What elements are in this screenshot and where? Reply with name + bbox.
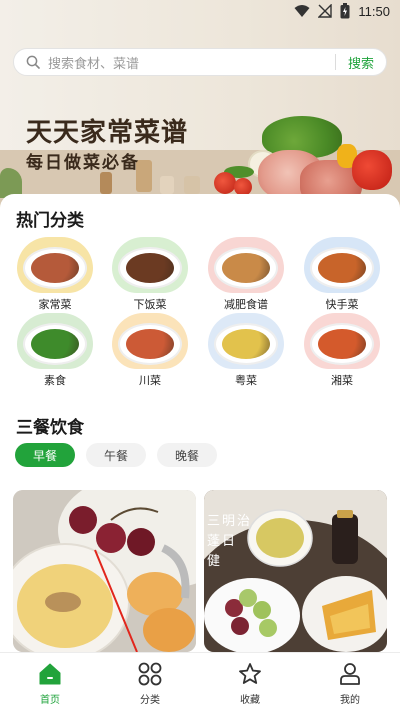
food-shape	[126, 329, 174, 359]
recipe-card[interactable]	[13, 490, 196, 652]
nav-profile-label: 我的	[340, 695, 360, 706]
meals-title: 三餐饮食	[16, 418, 84, 438]
food-shape	[222, 329, 270, 359]
status-time: 11:50	[358, 3, 390, 19]
grid-icon	[138, 662, 162, 686]
status-icons: 11:50	[294, 3, 390, 19]
category-image	[17, 313, 93, 369]
bottom-nav: 首页 分类 收藏 我的	[0, 652, 400, 712]
hot-categories-title: 热门分类	[16, 211, 84, 231]
search-button[interactable]: 搜索	[336, 53, 386, 72]
category-item[interactable]: 快手菜	[302, 237, 382, 312]
user-icon	[340, 663, 360, 685]
nav-category-label: 分类	[140, 695, 160, 706]
tomato-illustration	[214, 172, 236, 194]
card-watermark-text: 三明治 蓬日 健	[207, 514, 253, 569]
food-shape	[126, 253, 174, 283]
category-label: 家常菜	[38, 298, 72, 311]
no-signal-icon	[318, 4, 333, 18]
food-shape	[31, 253, 79, 283]
food-shape	[31, 329, 79, 359]
nav-favorites[interactable]: 收藏	[200, 653, 300, 712]
jar-decoration	[100, 172, 112, 194]
category-item[interactable]: 下饭菜	[110, 237, 190, 312]
wifi-icon	[294, 5, 310, 17]
nav-profile[interactable]: 我的	[300, 653, 400, 712]
nav-favorites-label: 收藏	[240, 695, 260, 706]
category-label: 减肥食谱	[224, 298, 268, 311]
nav-home[interactable]: 首页	[0, 653, 100, 712]
category-label: 粤菜	[235, 374, 257, 387]
category-label: 快手菜	[325, 298, 359, 311]
category-image	[208, 313, 284, 369]
jar-decoration	[184, 176, 200, 194]
home-icon	[39, 663, 61, 685]
nav-category[interactable]: 分类	[100, 653, 200, 712]
category-label: 湘菜	[331, 374, 353, 387]
nav-home-label: 首页	[40, 695, 60, 706]
category-item[interactable]: 减肥食谱	[206, 237, 286, 312]
search-input[interactable]: 搜索食材、菜谱	[48, 53, 335, 72]
recipe-card[interactable]: 三明治 蓬日 健	[204, 490, 387, 652]
star-icon	[239, 663, 261, 684]
food-shape	[318, 253, 366, 283]
category-item[interactable]: 家常菜	[15, 237, 95, 312]
battery-icon	[340, 3, 350, 19]
category-item[interactable]: 素食	[15, 313, 95, 388]
hero-banner[interactable]: 天天家常菜谱 每日做菜必备	[0, 0, 400, 215]
category-item[interactable]: 粤菜	[206, 313, 286, 388]
category-image	[304, 313, 380, 369]
category-item[interactable]: 湘菜	[302, 313, 382, 388]
category-image	[17, 237, 93, 293]
search-icon	[26, 55, 40, 69]
search-bar[interactable]: 搜索食材、菜谱 搜索	[13, 48, 387, 76]
tab-dinner[interactable]: 晚餐	[157, 443, 217, 467]
tab-breakfast[interactable]: 早餐	[15, 443, 75, 467]
category-label: 川菜	[139, 374, 161, 387]
category-label: 素食	[44, 374, 66, 387]
food-shape	[318, 329, 366, 359]
category-image	[208, 237, 284, 293]
red-pepper-illustration	[352, 150, 392, 190]
category-label: 下饭菜	[133, 298, 167, 311]
food-shape	[222, 253, 270, 283]
category-item[interactable]: 川菜	[110, 313, 190, 388]
tab-lunch[interactable]: 午餐	[86, 443, 146, 467]
category-image	[112, 237, 188, 293]
jar-decoration	[160, 176, 174, 194]
banner-title: 天天家常菜谱	[26, 118, 189, 148]
breakfast-pudding-image	[13, 490, 196, 652]
meal-tabs: 早餐 午餐 晚餐	[15, 443, 217, 467]
category-image	[112, 313, 188, 369]
banner-subtitle: 每日做菜必备	[26, 153, 140, 173]
category-image	[304, 237, 380, 293]
status-bar: 11:50	[0, 0, 400, 24]
